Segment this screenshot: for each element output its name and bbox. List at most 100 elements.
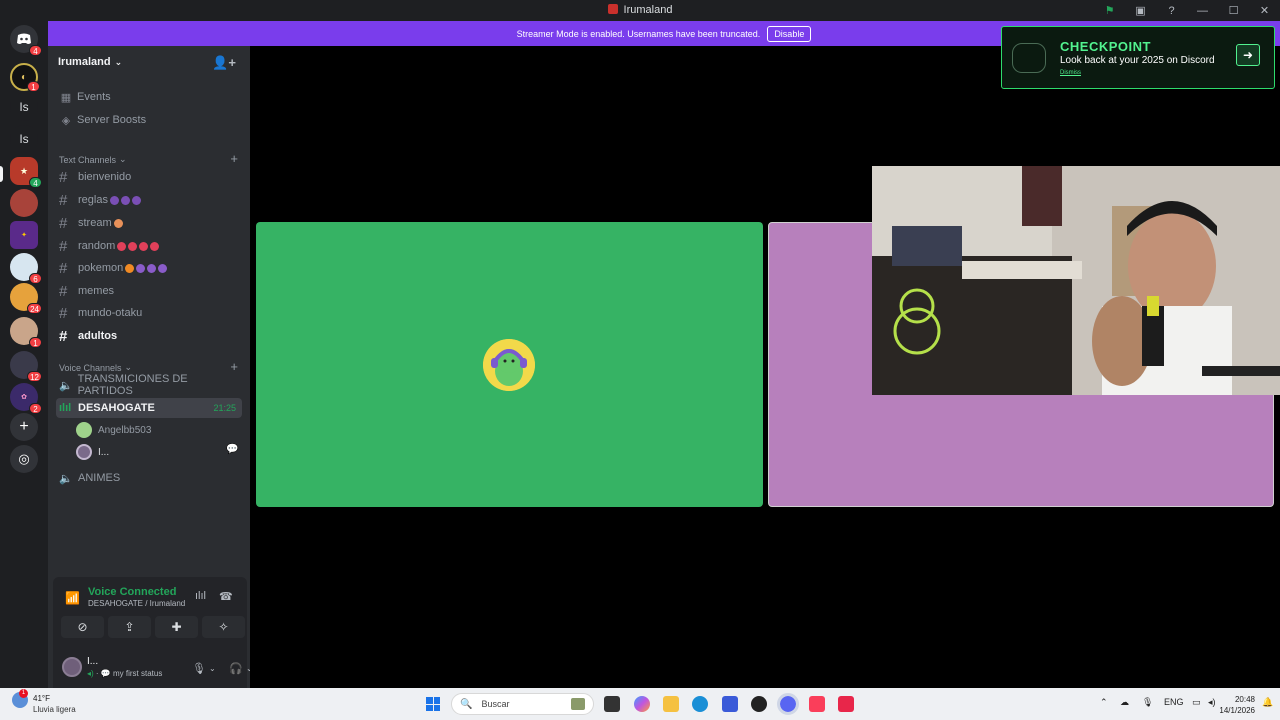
screen-share-icon[interactable]: ▣ [1125, 0, 1156, 21]
server-icon-10[interactable]: 12 [10, 351, 42, 382]
hash-icon: # [59, 327, 68, 345]
screen-share-button[interactable]: ⇪ [108, 616, 151, 638]
close-button[interactable]: ✕ [1249, 0, 1280, 21]
headphones-icon[interactable]: 🎧 [229, 662, 243, 675]
chevron-down-icon[interactable]: ⌄ [209, 664, 216, 673]
app-icon[interactable] [751, 696, 767, 712]
file-explorer-icon[interactable] [663, 696, 679, 712]
channel-pokemon[interactable]: # pokemon [56, 258, 242, 278]
voice-channel-animes[interactable]: 🔈 ANIMES [56, 468, 242, 488]
server-icon-8[interactable]: 24 [10, 283, 42, 314]
disconnect-icon[interactable]: ☎ [219, 590, 233, 603]
weather-widget[interactable]: 1 [12, 689, 28, 710]
microphone-icon[interactable]: 🎙 [1142, 697, 1153, 708]
copilot-icon[interactable] [634, 696, 650, 712]
server-icon-2[interactable]: Is [10, 93, 38, 121]
server-badge: 24 [27, 303, 42, 314]
activities-icon: ✚ [171, 620, 182, 634]
server-icon-11[interactable]: ✿ 2 [10, 383, 42, 414]
voice-channel-transmiciones[interactable]: 🔈 TRANSMICIONES DE PARTIDOS [56, 373, 242, 397]
add-text-channel-icon[interactable]: + [230, 151, 238, 166]
volume-icon[interactable]: ◂) [1208, 697, 1216, 708]
channel-random[interactable]: # random [56, 236, 242, 256]
channel-bienvenido[interactable]: # bienvenido [56, 167, 242, 187]
add-server-button[interactable]: + [10, 413, 38, 441]
emoji-icon [136, 263, 146, 273]
channel-name: adultos [78, 330, 118, 342]
channel-mundo-otaku[interactable]: # mundo-otaku [56, 303, 242, 323]
channel-stream[interactable]: # stream [56, 213, 242, 233]
server-icon-7[interactable]: 6 [10, 253, 42, 284]
speaker-icon: ◂) [87, 669, 94, 678]
camera-video-overlay[interactable] [872, 166, 1280, 395]
avatar[interactable] [62, 657, 82, 677]
voice-channel-path[interactable]: DESAHOGATE / Irumaland [88, 599, 185, 608]
mascot-icon [1012, 43, 1046, 73]
app-icon[interactable] [722, 696, 738, 712]
invite-icon[interactable]: 👤+ [212, 55, 236, 71]
category-label: Voice Channels [59, 362, 122, 373]
voice-channels-category[interactable]: Voice Channels ⌄ [59, 362, 132, 373]
music-icon[interactable] [809, 696, 825, 712]
dismiss-link[interactable]: Dismiss [1060, 70, 1081, 76]
server-name: Irumaland [58, 56, 111, 68]
disable-streamer-mode-button[interactable]: Disable [767, 25, 812, 42]
taskbar-search[interactable]: 🔍 Buscar [451, 693, 594, 715]
emoji-icon [150, 241, 160, 251]
microphone-icon[interactable]: 🎙 [192, 662, 206, 675]
chevron-down-icon: ⌄ [119, 154, 127, 164]
avatar [483, 339, 535, 391]
clock[interactable]: 20:48 14/1/2026 [1219, 694, 1255, 716]
channel-reglas[interactable]: # reglas [56, 190, 242, 210]
notifications-icon[interactable]: 🔔 [1262, 697, 1273, 708]
server-icon-4[interactable]: ★ 4 [10, 157, 42, 188]
search-highlight-icon [571, 698, 585, 710]
task-view-icon[interactable] [604, 696, 620, 712]
weather-description: Lluvia ligera [33, 705, 76, 714]
events-link[interactable]: ▦ Events [58, 87, 111, 107]
checkpoint-promo-card[interactable]: CHECKPOINT Look back at your 2025 on Dis… [1001, 26, 1275, 89]
server-label: Is [19, 132, 29, 146]
channel-adultos[interactable]: # adultos [56, 326, 242, 346]
edge-icon[interactable] [692, 696, 708, 712]
server-badge: 2 [29, 403, 42, 414]
language-indicator[interactable]: ENG [1164, 697, 1184, 707]
discord-icon[interactable] [777, 693, 799, 715]
display-icon[interactable]: ▭ [1192, 697, 1201, 708]
server-header[interactable]: Irumaland ⌄ 👤+ [48, 46, 250, 78]
minimize-button[interactable]: — [1187, 0, 1218, 21]
selected-server-pill [0, 166, 3, 182]
server-icon-3[interactable]: Is [10, 125, 38, 153]
participant-tile[interactable] [256, 222, 763, 507]
discover-button[interactable]: ◎ [10, 445, 38, 473]
voice-status[interactable]: Voice Connected [88, 586, 176, 598]
user-name[interactable]: I... [87, 656, 98, 667]
server-boosts-link[interactable]: ◈ Server Boosts [58, 110, 146, 130]
hash-icon: # [59, 282, 68, 300]
tiktok-icon[interactable] [838, 696, 854, 712]
help-icon[interactable]: ? [1156, 0, 1187, 21]
camera-off-button[interactable]: ⊘ [61, 616, 104, 638]
direct-messages-button[interactable]: 4 [10, 25, 42, 56]
voice-channel-desahogate[interactable]: ılıl DESAHOGATE 21:25 [56, 398, 242, 418]
server-icon-6[interactable]: ✦ [10, 221, 38, 249]
server-icon-9[interactable]: 1 [10, 317, 42, 348]
flag-icon[interactable]: ⚑ [1094, 0, 1125, 21]
voice-user[interactable]: I... [76, 442, 109, 462]
arrow-right-icon[interactable]: ➜ [1236, 44, 1260, 66]
add-voice-channel-icon[interactable]: + [230, 359, 238, 374]
start-button[interactable] [426, 697, 440, 711]
network-icon[interactable]: ☁ [1120, 697, 1129, 708]
emoji-icon [128, 241, 138, 251]
text-channels-category[interactable]: Text Channels ⌄ [59, 154, 127, 165]
activities-button[interactable]: ✚ [155, 616, 198, 638]
nav-label: Server Boosts [77, 114, 147, 126]
soundboard-button[interactable]: ✧ [202, 616, 245, 638]
chevron-up-icon[interactable]: ⌃ [1100, 697, 1108, 708]
server-icon-5[interactable] [10, 189, 38, 217]
voice-user[interactable]: Angelbb503 [76, 420, 151, 440]
maximize-button[interactable]: ☐ [1218, 0, 1249, 21]
noise-suppression-icon[interactable]: ılıl [195, 590, 206, 602]
channel-memes[interactable]: # memes [56, 281, 242, 301]
server-icon-1[interactable]: ◐ 1 [10, 63, 40, 92]
